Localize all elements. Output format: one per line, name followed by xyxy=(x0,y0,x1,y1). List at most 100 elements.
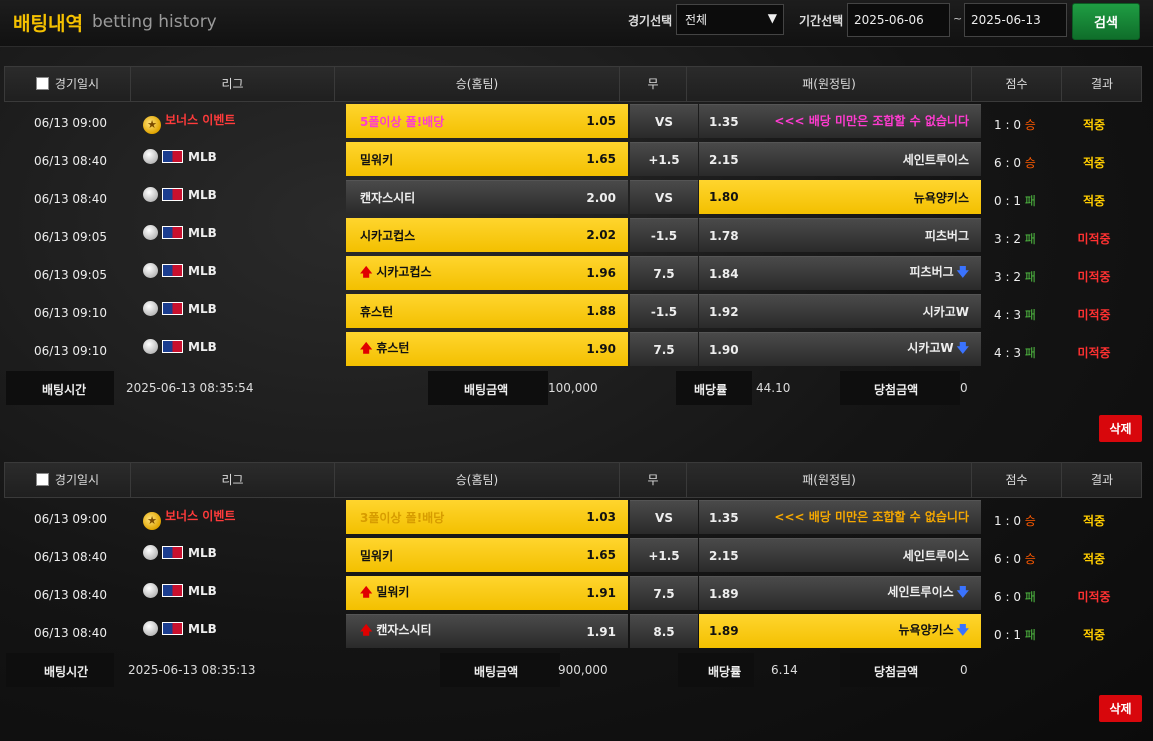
draw-box[interactable]: 7.5 xyxy=(630,256,698,290)
result-badge: 적중 xyxy=(1082,514,1106,528)
score-away: 3 xyxy=(1013,346,1021,360)
home-odds: 1.65 xyxy=(586,548,616,562)
select-all-checkbox[interactable] xyxy=(35,77,49,90)
home-team-name: 밀워키 xyxy=(360,548,394,563)
date-from-input[interactable] xyxy=(847,3,950,37)
draw-box[interactable]: +1.5 xyxy=(630,142,698,176)
delete-button[interactable]: 삭제 xyxy=(1099,415,1142,442)
home-odds-box[interactable]: 밀워키 1.65 xyxy=(346,538,628,572)
away-odds: 1.35 xyxy=(709,114,739,129)
away-odds-box[interactable]: 2.15 세인트루이스 xyxy=(699,142,981,176)
score: 3 : 2 패 xyxy=(994,232,1036,246)
home-odds-box[interactable]: 5폴이상 폴!배당 1.05 xyxy=(346,104,628,138)
home-team-name: 시카고컵스 xyxy=(376,264,432,279)
away-team-name: 세인트루이스 xyxy=(902,549,969,563)
away-odds-box[interactable]: 1.84 피츠버그 🡇 xyxy=(699,256,981,290)
draw-value: VS xyxy=(655,510,673,525)
draw-box[interactable]: 8.5 xyxy=(630,614,698,648)
home-team-name: 밀워키 xyxy=(376,584,410,599)
home-odds-box[interactable]: 🡅 시카고컵스 1.96 xyxy=(346,256,628,290)
league: MLB xyxy=(143,621,217,636)
delete-button[interactable]: 삭제 xyxy=(1099,695,1142,722)
bet-row: 06/13 08:40 MLB 🡅 캔자스시티 1.91 8.5 1.89 뉴욕양… xyxy=(4,612,1142,650)
score-outcome: 승 xyxy=(1024,118,1036,132)
away-odds-box[interactable]: 1.78 피츠버그 xyxy=(699,218,981,252)
away-team-name: 시카고W xyxy=(907,341,954,355)
score-outcome: 패 xyxy=(1024,346,1036,360)
draw-box[interactable]: 7.5 xyxy=(630,576,698,610)
game-select[interactable]: 전체 ▼ xyxy=(676,4,784,35)
away-odds-box[interactable]: 1.90 시카고W 🡇 xyxy=(699,332,981,366)
arrow-down-icon: 🡇 xyxy=(956,585,969,599)
baseball-icon xyxy=(143,583,158,598)
score: 4 : 3 패 xyxy=(994,308,1036,322)
col-league: 리그 xyxy=(131,463,335,497)
draw-box[interactable]: VS xyxy=(630,180,698,214)
bet-row: 06/13 08:40 MLB 밀워키 1.65 +1.5 2.15 세인트루이… xyxy=(4,536,1142,574)
away-odds-box[interactable]: 1.35 <<< 배당 미만은 조합할 수 없습니다 xyxy=(699,104,981,138)
score-home: 4 xyxy=(994,346,1002,360)
away-odds-box[interactable]: 1.35 <<< 배당 미만은 조합할 수 없습니다 xyxy=(699,500,981,534)
mlb-logo-icon xyxy=(162,302,183,315)
away-team-name: 세인트루이스 xyxy=(887,585,954,599)
result-badge: 미적중 xyxy=(1077,346,1111,360)
draw-box[interactable]: 7.5 xyxy=(630,332,698,366)
game-select-value: 전체 xyxy=(685,13,708,27)
away-odds-box[interactable]: 1.89 뉴욕양키스 🡇 xyxy=(699,614,981,648)
home-odds-box[interactable]: 🡅 캔자스시티 1.91 xyxy=(346,614,628,648)
col-league: 리그 xyxy=(131,67,335,101)
score-away: 0 xyxy=(1013,118,1021,132)
draw-value: +1.5 xyxy=(648,152,680,167)
draw-value: 7.5 xyxy=(653,586,675,601)
away-odds-box[interactable]: 2.15 세인트루이스 xyxy=(699,538,981,572)
game-time: 06/13 09:00 xyxy=(34,512,107,526)
draw-value: -1.5 xyxy=(650,228,678,243)
home-odds-box[interactable]: 휴스턴 1.88 xyxy=(346,294,628,328)
score-away: 3 xyxy=(1013,308,1021,322)
home-odds: 1.91 xyxy=(586,586,616,600)
home-odds: 1.91 xyxy=(586,624,616,639)
score-outcome: 패 xyxy=(1024,194,1036,208)
score-home: 6 xyxy=(994,590,1002,604)
game-time: 06/13 08:40 xyxy=(34,626,107,640)
draw-box[interactable]: VS xyxy=(630,500,698,534)
home-odds-box[interactable]: 🡅 휴스턴 1.90 xyxy=(346,332,628,366)
home-odds-box[interactable]: 🡅 밀워키 1.91 xyxy=(346,576,628,610)
col-score: 점수 xyxy=(972,463,1062,497)
home-odds-box[interactable]: 캔자스시티 2.00 xyxy=(346,180,628,214)
page-subtitle: betting history xyxy=(92,12,217,32)
date-separator: ~ xyxy=(953,12,963,25)
draw-box[interactable]: -1.5 xyxy=(630,294,698,328)
win-amount-label: 당첨금액 xyxy=(874,383,919,397)
away-odds-box[interactable]: 1.89 세인트루이스 🡇 xyxy=(699,576,981,610)
bet-amount-label: 배팅금액 xyxy=(474,665,519,679)
draw-box[interactable]: +1.5 xyxy=(630,538,698,572)
bet-time-value: 2025-06-13 08:35:13 xyxy=(128,663,256,677)
bet-time-label: 배팅시간 xyxy=(44,665,89,679)
win-amount-label: 당첨금액 xyxy=(874,665,919,679)
home-team: 시카고컵스 xyxy=(360,227,415,244)
odds-label: 배당률 xyxy=(694,383,728,397)
score-home: 6 xyxy=(994,552,1002,566)
date-to-input[interactable] xyxy=(964,3,1067,37)
search-button[interactable]: 검색 xyxy=(1072,3,1140,40)
draw-value: +1.5 xyxy=(648,548,680,563)
score-outcome: 승 xyxy=(1024,156,1036,170)
away-odds-box[interactable]: 1.92 시카고W xyxy=(699,294,981,328)
away-odds-box[interactable]: 1.80 뉴욕양키스 xyxy=(699,180,981,214)
score: 0 : 1 패 xyxy=(994,194,1036,208)
away-team-name: 뉴욕양키스 xyxy=(898,622,954,637)
home-odds-box[interactable]: 밀워키 1.65 xyxy=(346,142,628,176)
arrow-down-icon: 🡇 xyxy=(956,622,969,637)
draw-box[interactable]: -1.5 xyxy=(630,218,698,252)
home-odds-box[interactable]: 시카고컵스 2.02 xyxy=(346,218,628,252)
away-team-name: 시카고W xyxy=(922,305,969,319)
mlb-logo-icon xyxy=(162,546,183,559)
chevron-down-icon: ▼ xyxy=(767,11,777,25)
home-team: 밀워키 xyxy=(360,151,393,168)
select-all-checkbox[interactable] xyxy=(35,473,49,486)
draw-box[interactable]: VS xyxy=(630,104,698,138)
score: 1 : 0 승 xyxy=(994,118,1036,132)
score-outcome: 패 xyxy=(1024,628,1036,642)
home-odds-box[interactable]: 3폴이상 폴!배당 1.03 xyxy=(346,500,628,534)
